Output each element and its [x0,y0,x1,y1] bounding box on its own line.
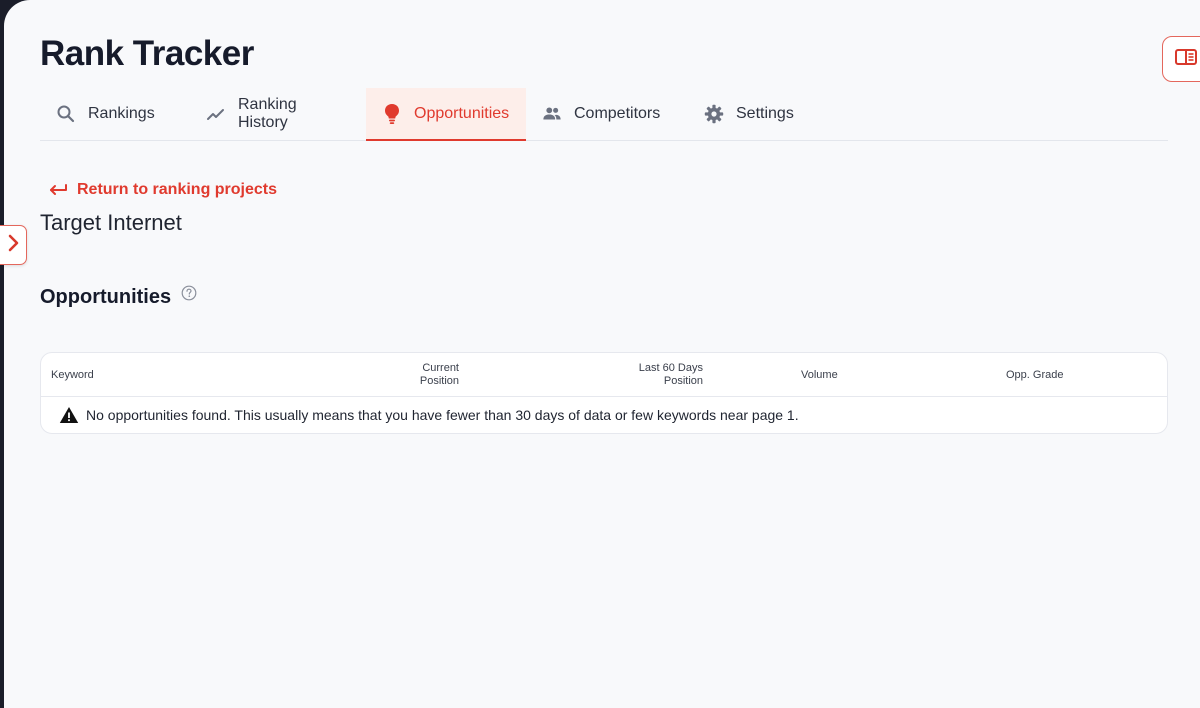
sidebar-expand-button[interactable] [0,225,27,265]
column-header-volume: Volume [801,368,838,381]
lightbulb-icon [382,104,402,124]
empty-state-message: No opportunities found. This usually mea… [86,407,799,423]
tab-rankings[interactable]: Rankings [40,88,190,140]
tab-opportunities[interactable]: Opportunities [366,88,526,141]
search-icon [56,104,76,124]
section-title: Opportunities [40,286,172,308]
empty-state-row: No opportunities found. This usually mea… [41,397,1167,433]
column-header-current-position: Current Position [419,362,459,387]
page-title: Rank Tracker [40,34,254,73]
table-header: Keyword Current Position Last 60 Days Posi… [41,353,1167,397]
gear-icon [704,104,724,124]
tab-opportunities-label: Opportunities [414,105,510,122]
column-header-last-60-days-position: Last 60 Days Position [638,362,703,387]
tab-competitors-label: Competitors [574,105,661,122]
people-icon [542,104,562,124]
tab-rankings-label: Rankings [88,105,155,122]
tab-ranking-history-label: Ranking History [238,96,297,131]
column-header-keyword: Keyword [51,368,94,381]
warning-triangle-icon [59,406,79,424]
panel-toggle-button[interactable] [1162,36,1200,82]
help-icon[interactable] [181,285,197,306]
column-header-opp-grade: Opp. Grade [1006,368,1064,381]
opportunities-table: Keyword Current Position Last 60 Days Posi… [40,352,1168,434]
trend-line-icon [206,104,226,124]
return-to-projects-link[interactable]: Return to ranking projects [48,181,277,199]
tab-competitors[interactable]: Competitors [526,88,688,140]
tab-bar: Rankings Ranking History Opportunities C… [40,88,1168,141]
app-window: Rank Tracker Rankings Ranking History Op… [4,0,1200,708]
project-name: Target Internet [40,210,182,235]
sidebar-panel-icon [1175,48,1197,71]
tab-settings-label: Settings [736,105,794,122]
chevron-right-icon [7,234,19,257]
return-arrow-icon [48,183,68,197]
tab-settings[interactable]: Settings [688,88,818,140]
return-link-label: Return to ranking projects [77,181,278,198]
tab-ranking-history[interactable]: Ranking History [190,88,366,140]
